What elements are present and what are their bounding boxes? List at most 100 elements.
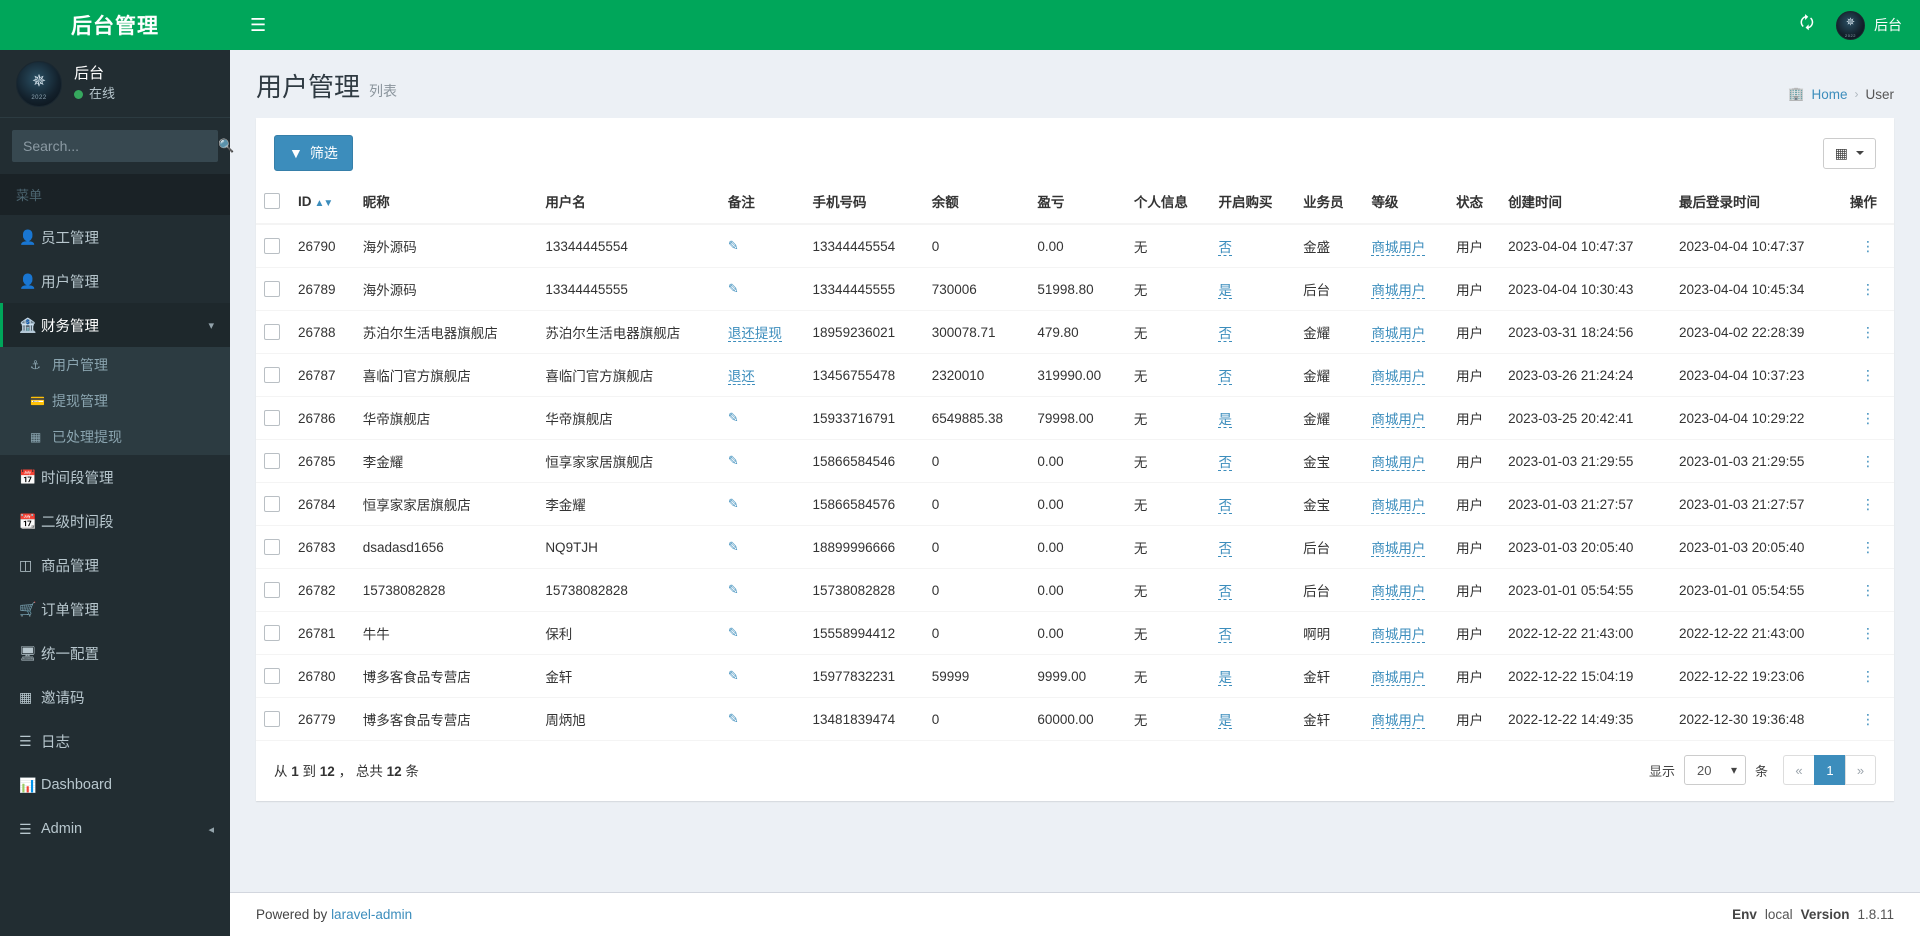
- row-checkbox[interactable]: [264, 582, 280, 599]
- row-checkbox[interactable]: [264, 625, 280, 642]
- pencil-icon[interactable]: ✎: [728, 668, 739, 683]
- buy-toggle-link[interactable]: 否: [1218, 584, 1232, 600]
- search-icon[interactable]: 🔍: [214, 138, 246, 154]
- pencil-icon[interactable]: ✎: [728, 453, 739, 468]
- cell-buy-enabled: 否: [1210, 482, 1296, 526]
- row-actions-menu-icon[interactable]: ⋮: [1861, 281, 1875, 297]
- pencil-icon[interactable]: ✎: [728, 410, 739, 425]
- buy-toggle-link[interactable]: 否: [1218, 498, 1232, 514]
- breadcrumb-home[interactable]: Home: [1811, 87, 1847, 102]
- row-checkbox[interactable]: [264, 410, 280, 427]
- row-actions-menu-icon[interactable]: ⋮: [1861, 668, 1875, 684]
- level-link[interactable]: 商城用户: [1371, 240, 1426, 256]
- sidebar-item-logs[interactable]: ☰ 日志: [0, 719, 230, 763]
- laravel-admin-link[interactable]: laravel-admin: [331, 907, 412, 922]
- buy-toggle-link[interactable]: 否: [1218, 541, 1232, 557]
- pencil-icon[interactable]: ✎: [728, 582, 739, 597]
- sidebar-subitem-processed-withdrawals[interactable]: ▦ 已处理提现: [0, 419, 230, 455]
- remark-link[interactable]: 退还: [727, 369, 755, 385]
- buy-toggle-link[interactable]: 是: [1218, 283, 1232, 299]
- next-page-button[interactable]: »: [1845, 755, 1876, 785]
- buy-toggle-link[interactable]: 是: [1218, 412, 1232, 428]
- row-checkbox[interactable]: [264, 539, 280, 556]
- prev-page-button[interactable]: «: [1783, 755, 1814, 785]
- row-actions-menu-icon[interactable]: ⋮: [1861, 496, 1875, 512]
- sidebar-item-staff-management[interactable]: 👤 员工管理: [0, 215, 230, 259]
- funnel-icon: ▼: [289, 145, 303, 161]
- sidebar-subitem-user-management[interactable]: ⚓ 用户管理: [0, 347, 230, 383]
- level-link[interactable]: 商城用户: [1371, 326, 1426, 342]
- refresh-icon[interactable]: 🗘: [1800, 12, 1814, 39]
- search-input[interactable]: [13, 138, 214, 154]
- row-select-cell: [256, 525, 290, 569]
- col-header-id[interactable]: ID ▲▼: [290, 181, 355, 225]
- sidebar-item-order-management[interactable]: 🛒 订单管理: [0, 587, 230, 631]
- cell-remark: 退还提现: [719, 310, 805, 354]
- sidebar-item-admin[interactable]: ☰ Admin ◂: [0, 807, 230, 851]
- row-checkbox[interactable]: [264, 367, 280, 384]
- sidebar-item-product-management[interactable]: ◫ 商品管理: [0, 543, 230, 587]
- buy-toggle-link[interactable]: 否: [1218, 369, 1232, 385]
- sidebar-item-time-period-management[interactable]: 📅 时间段管理: [0, 455, 230, 499]
- pencil-icon[interactable]: ✎: [728, 711, 739, 726]
- row-actions-menu-icon[interactable]: ⋮: [1861, 625, 1875, 641]
- buy-toggle-link[interactable]: 否: [1218, 326, 1232, 342]
- level-link[interactable]: 商城用户: [1371, 498, 1426, 514]
- row-actions-menu-icon[interactable]: ⋮: [1861, 539, 1875, 555]
- buy-toggle-link[interactable]: 否: [1218, 240, 1232, 256]
- page-size-select[interactable]: 102050100: [1683, 755, 1746, 785]
- sidebar-item-invite-code[interactable]: ▦ 邀请码: [0, 675, 230, 719]
- level-link[interactable]: 商城用户: [1371, 455, 1426, 471]
- cell-actions: ⋮: [1841, 697, 1894, 740]
- buy-toggle-link[interactable]: 否: [1218, 627, 1232, 643]
- pencil-icon[interactable]: ✎: [728, 281, 739, 296]
- level-link[interactable]: 商城用户: [1371, 670, 1426, 686]
- row-checkbox[interactable]: [264, 238, 280, 255]
- page-button-1[interactable]: 1: [1814, 755, 1845, 785]
- row-checkbox[interactable]: [264, 324, 280, 341]
- buy-toggle-link[interactable]: 是: [1218, 670, 1232, 686]
- brand-logo[interactable]: 后台管理: [0, 0, 230, 50]
- row-checkbox[interactable]: [264, 453, 280, 470]
- remark-link[interactable]: 退还提现: [727, 326, 782, 342]
- select-all-checkbox[interactable]: [264, 193, 280, 210]
- sidebar-subitem-withdraw-management[interactable]: 💳 提现管理: [0, 383, 230, 419]
- sidebar-item-finance-management[interactable]: 🏦 财务管理 ▾: [0, 303, 230, 347]
- pencil-icon[interactable]: ✎: [728, 625, 739, 640]
- level-link[interactable]: 商城用户: [1371, 283, 1426, 299]
- level-link[interactable]: 商城用户: [1371, 412, 1426, 428]
- pencil-icon[interactable]: ✎: [728, 238, 739, 253]
- row-actions-menu-icon[interactable]: ⋮: [1861, 238, 1875, 254]
- row-checkbox[interactable]: [264, 711, 280, 728]
- row-checkbox[interactable]: [264, 281, 280, 298]
- sidebar-item-unified-config[interactable]: 🖥 统一配置: [0, 631, 230, 675]
- pencil-icon[interactable]: ✎: [728, 539, 739, 554]
- buy-toggle-link[interactable]: 是: [1218, 713, 1232, 729]
- pencil-icon[interactable]: ✎: [728, 496, 739, 511]
- level-link[interactable]: 商城用户: [1371, 541, 1426, 557]
- sidebar-item-user-management[interactable]: 👤 用户管理: [0, 259, 230, 303]
- filter-button[interactable]: ▼ 筛选: [274, 135, 353, 171]
- row-checkbox[interactable]: [264, 496, 280, 513]
- cell-buy-enabled: 否: [1210, 224, 1295, 268]
- level-link[interactable]: 商城用户: [1371, 369, 1426, 385]
- sidebar-item-label: 订单管理: [41, 602, 99, 619]
- row-actions-menu-icon[interactable]: ⋮: [1861, 367, 1875, 383]
- level-link[interactable]: 商城用户: [1371, 584, 1426, 600]
- column-selector-button[interactable]: ▦: [1822, 137, 1876, 169]
- level-link[interactable]: 商城用户: [1371, 713, 1426, 729]
- level-link[interactable]: 商城用户: [1371, 627, 1426, 643]
- row-actions-menu-icon[interactable]: ⋮: [1861, 410, 1875, 426]
- row-actions-menu-icon[interactable]: ⋮: [1861, 582, 1875, 598]
- page-buttons: « 1 »: [1783, 755, 1876, 785]
- row-actions-menu-icon[interactable]: ⋮: [1861, 453, 1875, 469]
- row-checkbox[interactable]: [264, 668, 280, 685]
- sidebar-item-dashboard[interactable]: 📊 Dashboard: [0, 763, 230, 807]
- sidebar-item-secondary-time-period[interactable]: 📆 二级时间段: [0, 499, 230, 543]
- topbar-user-menu[interactable]: ✵ 2022 后台: [1836, 10, 1902, 40]
- row-actions-menu-icon[interactable]: ⋮: [1861, 324, 1875, 340]
- row-actions-menu-icon[interactable]: ⋮: [1861, 711, 1875, 727]
- hamburger-icon[interactable]: ☰: [250, 16, 266, 34]
- cell-remark: 退还: [719, 353, 805, 397]
- buy-toggle-link[interactable]: 否: [1218, 455, 1232, 471]
